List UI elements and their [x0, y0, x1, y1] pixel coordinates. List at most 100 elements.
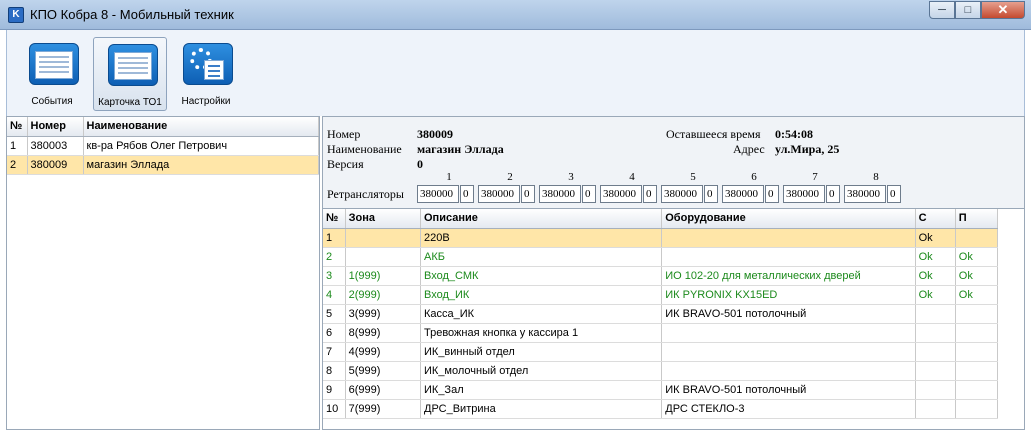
repeater-3-sub[interactable]: 0 — [582, 185, 596, 203]
repeater-2-sub[interactable]: 0 — [521, 185, 535, 203]
col-header-zone[interactable]: Зона — [345, 209, 422, 229]
events-button[interactable]: События — [15, 37, 89, 111]
objects-list-panel: № Номер Наименование 1 380003 кв-ра Рябо… — [6, 116, 320, 430]
address-label: Адрес — [733, 142, 765, 156]
settings-button[interactable]: Настройки — [169, 37, 243, 111]
cell-equipment: ИК BRAVO-501 потолочный — [661, 304, 916, 324]
table-row[interactable]: 6 8(999) Тревожная кнопка у кассира 1 — [323, 323, 999, 343]
col-header-c[interactable]: С — [915, 209, 956, 229]
cell-c — [915, 380, 956, 400]
cell-c — [915, 304, 956, 324]
events-icon — [29, 43, 79, 85]
objects-table: № Номер Наименование 1 380003 кв-ра Рябо… — [7, 117, 319, 175]
repeater-7-index: 7 — [812, 171, 818, 183]
card-button-label: Карточка ТО1 — [98, 97, 162, 108]
cell-zone: 6(999) — [345, 380, 422, 400]
cell-p — [955, 380, 999, 400]
number-label: Номер — [327, 127, 361, 141]
repeater-6-value[interactable]: 380000 — [722, 185, 764, 203]
repeater-8-sub[interactable]: 0 — [887, 185, 901, 203]
time-left-label: Оставшееся время — [666, 127, 761, 141]
repeater-3-value[interactable]: 380000 — [539, 185, 581, 203]
close-button[interactable]: ✕ — [981, 1, 1025, 19]
cell-number: 380009 — [27, 155, 84, 175]
cell-n: 4 — [323, 285, 346, 305]
cell-n: 7 — [323, 342, 346, 362]
cell-zone: 8(999) — [345, 323, 422, 343]
repeater-4-sub[interactable]: 0 — [643, 185, 657, 203]
table-row[interactable]: 5 3(999) Касса_ИК ИК BRAVO-501 потолочны… — [323, 304, 999, 324]
cell-p — [955, 399, 999, 419]
repeater-1-sub[interactable]: 0 — [460, 185, 474, 203]
maximize-button[interactable]: □ — [955, 1, 981, 19]
cell-equipment — [661, 247, 916, 267]
repeater-4-value[interactable]: 380000 — [600, 185, 642, 203]
minimize-button[interactable]: ─ — [929, 1, 955, 19]
cell-p — [955, 228, 999, 248]
version-value: 0 — [417, 157, 423, 171]
cell-zone: 5(999) — [345, 361, 422, 381]
col-header-n[interactable]: № — [7, 117, 28, 137]
col-header-p[interactable]: П — [955, 209, 999, 229]
repeater-7-value[interactable]: 380000 — [783, 185, 825, 203]
table-row[interactable]: 2 380009 магазин Эллада — [7, 155, 319, 175]
repeater-6-sub[interactable]: 0 — [765, 185, 779, 203]
cell-p: Ok — [955, 247, 999, 267]
repeater-7-sub[interactable]: 0 — [826, 185, 840, 203]
col-header-equipment[interactable]: Оборудование — [661, 209, 916, 229]
cell-p — [955, 304, 999, 324]
table-row[interactable]: 4 2(999) Вход_ИК ИК PYRONIX KX15ED Ok Ok — [323, 285, 999, 305]
table-row[interactable]: 10 7(999) ДРС_Витрина ДРС СТЕКЛО-3 — [323, 399, 999, 419]
table-row[interactable]: 9 6(999) ИК_Зал ИК BRAVO-501 потолочный — [323, 380, 999, 400]
cell-description: Вход_ИК — [420, 285, 663, 305]
object-info: Номер 380009 Наименование магазин Эллада… — [323, 117, 1024, 209]
repeater-8-value[interactable]: 380000 — [844, 185, 886, 203]
table-row[interactable]: 1 380003 кв-ра Рябов Олег Петрович — [7, 136, 319, 156]
cell-n: 3 — [323, 266, 346, 286]
col-header-n[interactable]: № — [323, 209, 346, 229]
card-button[interactable]: Карточка ТО1 — [93, 37, 167, 111]
zones-grid: № Зона Описание Оборудование С П 1 220В … — [323, 209, 1024, 429]
repeater-1-value[interactable]: 380000 — [417, 185, 459, 203]
col-header-description[interactable]: Описание — [420, 209, 663, 229]
window-controls: ─ □ ✕ — [929, 1, 1025, 21]
cell-n: 5 — [323, 304, 346, 324]
window-title: КПО Кобра 8 - Мобильный техник — [30, 7, 234, 22]
cell-description: 220В — [420, 228, 663, 248]
table-row[interactable]: 7 4(999) ИК_винный отдел — [323, 342, 999, 362]
repeater-4-index: 4 — [629, 171, 635, 183]
repeater-5-value[interactable]: 380000 — [661, 185, 703, 203]
table-row[interactable]: 2 АКБ Ok Ok — [323, 247, 999, 267]
repeater-2-value[interactable]: 380000 — [478, 185, 520, 203]
cell-n: 2 — [323, 247, 346, 267]
cell-description: Тревожная кнопка у кассира 1 — [420, 323, 663, 343]
cell-equipment — [661, 361, 916, 381]
objects-table-header: № Номер Наименование — [7, 117, 319, 137]
cell-n: 10 — [323, 399, 346, 419]
table-row[interactable]: 3 1(999) Вход_СМК ИО 102-20 для металлич… — [323, 266, 999, 286]
cell-c — [915, 361, 956, 381]
close-icon: ✕ — [997, 2, 1009, 17]
cell-equipment: ИК PYRONIX KX15ED — [661, 285, 916, 305]
cell-name: кв-ра Рябов Олег Петрович — [83, 136, 319, 156]
col-header-name[interactable]: Наименование — [83, 117, 319, 137]
cell-number: 380003 — [27, 136, 84, 156]
table-row[interactable]: 8 5(999) ИК_молочный отдел — [323, 361, 999, 381]
cell-n: 1 — [323, 228, 346, 248]
cell-description: ИК_винный отдел — [420, 342, 663, 362]
cell-description: ИК_Зал — [420, 380, 663, 400]
version-label: Версия — [327, 157, 364, 171]
col-header-number[interactable]: Номер — [27, 117, 84, 137]
cell-equipment — [661, 228, 916, 248]
repeater-5-sub[interactable]: 0 — [704, 185, 718, 203]
table-row[interactable]: 1 220В Ok — [323, 228, 999, 248]
object-card-panel: Номер 380009 Наименование магазин Эллада… — [322, 116, 1025, 430]
cell-n: 8 — [323, 361, 346, 381]
cell-zone: 1(999) — [345, 266, 422, 286]
repeater-5-index: 5 — [690, 171, 696, 183]
zones-table-header: № Зона Описание Оборудование С П — [323, 209, 999, 229]
cell-equipment: ИО 102-20 для металлических дверей — [661, 266, 916, 286]
cell-n: 2 — [7, 155, 28, 175]
zones-table: № Зона Описание Оборудование С П 1 220В … — [323, 209, 999, 419]
settings-button-label: Настройки — [181, 96, 231, 107]
